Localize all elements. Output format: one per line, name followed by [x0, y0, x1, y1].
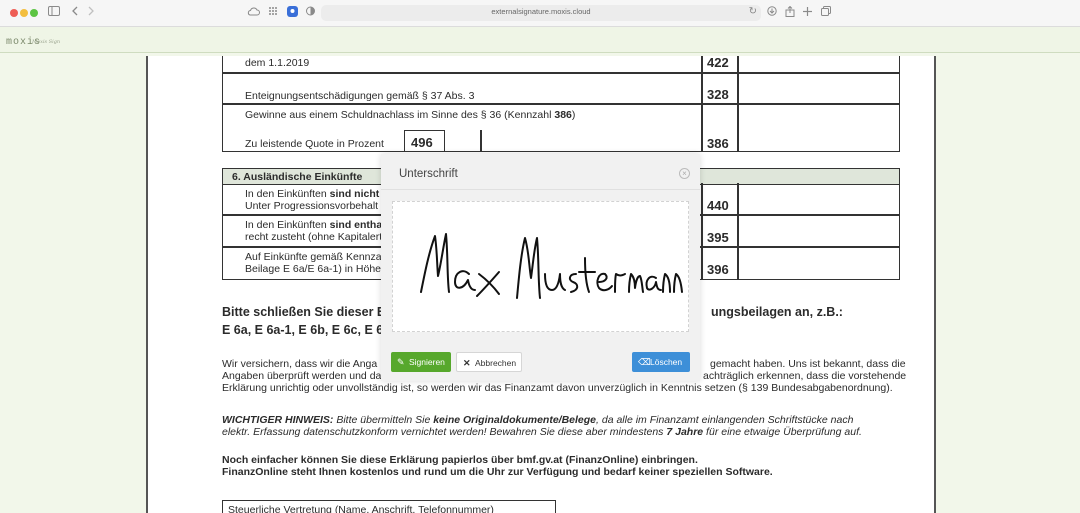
close-icon: ✕	[463, 358, 471, 368]
sign-button[interactable]: ✎ Signieren	[391, 352, 451, 372]
close-icon[interactable]: ×	[679, 168, 690, 179]
declaration-text: Erklärung unrichtig oder unvollständig i…	[222, 382, 893, 394]
important-hint: WICHTIGER HINWEIS: Bitte übermitteln Sie…	[222, 414, 862, 438]
row-label: Zu leistende Quote in Prozent	[245, 138, 384, 150]
minimize-window-button[interactable]	[20, 9, 28, 17]
forward-icon[interactable]	[86, 6, 96, 20]
dialog-header: Unterschrift ×	[381, 154, 700, 190]
reload-icon[interactable]: ↻	[749, 6, 757, 17]
row-label: recht zusteht (ohne Kapitalert	[245, 231, 383, 243]
extension-icon[interactable]	[286, 6, 298, 20]
finanzonline-text: FinanzOnline steht Ihnen kostenlos und r…	[222, 466, 773, 478]
signature-pad[interactable]	[392, 201, 689, 332]
declaration-text: achträglich erkennen, dass die vorstehen…	[703, 370, 907, 382]
app-header	[0, 27, 1080, 53]
logo-tagline: Moxis Sign	[32, 39, 61, 45]
tabs-icon[interactable]	[820, 6, 831, 20]
row-label: In den Einkünften sind entha	[245, 219, 383, 231]
row-label: In den Einkünften sind nicht	[245, 188, 380, 200]
cloud-icon[interactable]	[246, 6, 260, 20]
dialog-title: Unterschrift	[399, 168, 458, 180]
back-icon[interactable]	[70, 6, 80, 20]
row-label: Unter Progressionsvorbehalt s	[245, 200, 387, 212]
shield-icon[interactable]	[305, 6, 315, 20]
declaration-text: gemacht haben. Uns ist bekannt, dass die	[710, 358, 906, 370]
row-label: Auf Einkünfte gemäß Kennzal	[245, 251, 384, 263]
zoom-window-button[interactable]	[30, 9, 38, 17]
share-icon[interactable]	[784, 5, 796, 20]
kennzahl-code: 386	[707, 136, 729, 151]
url-text: externalsignature.moxis.cloud	[491, 7, 591, 16]
row-label: dem 1.1.2019	[245, 57, 310, 69]
signature-drawing	[420, 233, 683, 299]
kennzahl-code: 395	[707, 230, 729, 245]
grid-icon[interactable]	[267, 6, 279, 20]
kennzahl-code: 422	[707, 56, 729, 70]
close-window-button[interactable]	[10, 9, 18, 17]
declaration-text: Wir versichern, dass wir die Anga	[222, 358, 378, 370]
moxis-logo[interactable]: moxis Moxis Sign	[6, 31, 60, 49]
notice-forms: E 6a, E 6a-1, E 6b, E 6c, E 6	[222, 323, 384, 337]
browser-toolbar: externalsignature.moxis.cloud ↻	[0, 0, 1080, 27]
row-label: Gewinne aus einem Schuldnachlass im Sinn…	[245, 109, 576, 121]
kennzahl-code: 440	[707, 198, 729, 213]
representation-label: Steuerliche Vertretung (Name, Anschrift,…	[228, 504, 494, 513]
cancel-button-label: Abbrechen	[475, 358, 517, 368]
address-bar[interactable]: externalsignature.moxis.cloud ↻	[321, 5, 761, 21]
kennzahl-code: 328	[707, 87, 729, 102]
clear-button[interactable]: ⌫ Löschen	[632, 352, 690, 372]
row-label: Enteignungsentschädigungen gemäß § 37 Ab…	[245, 90, 475, 102]
sign-button-label: Signieren	[409, 357, 445, 367]
notice-title-cont: ungsbeilagen an, z.B.:	[711, 305, 843, 319]
row-label: Beilage E 6a/E 6a-1) in Höhe	[245, 263, 382, 275]
kennzahl-code: 396	[707, 262, 729, 277]
new-tab-icon[interactable]	[802, 6, 812, 20]
eraser-icon: ⌫	[638, 357, 651, 367]
download-icon[interactable]	[766, 6, 778, 20]
sidebar-icon[interactable]	[48, 6, 60, 20]
signature-dialog: Unterschrift × ✎ Signieren ✕ Abbrechen ⌫…	[381, 154, 700, 381]
finanzonline-text: Noch einfacher können Sie diese Erklärun…	[222, 454, 698, 466]
edit-icon: ✎	[397, 357, 405, 367]
cancel-button[interactable]: ✕ Abbrechen	[456, 352, 522, 372]
notice-title: Bitte schließen Sie dieser E	[222, 305, 386, 319]
clear-button-label: Löschen	[650, 357, 683, 367]
declaration-text: Angaben überprüft werden und da	[222, 370, 382, 382]
quota-code: 496	[411, 135, 433, 150]
